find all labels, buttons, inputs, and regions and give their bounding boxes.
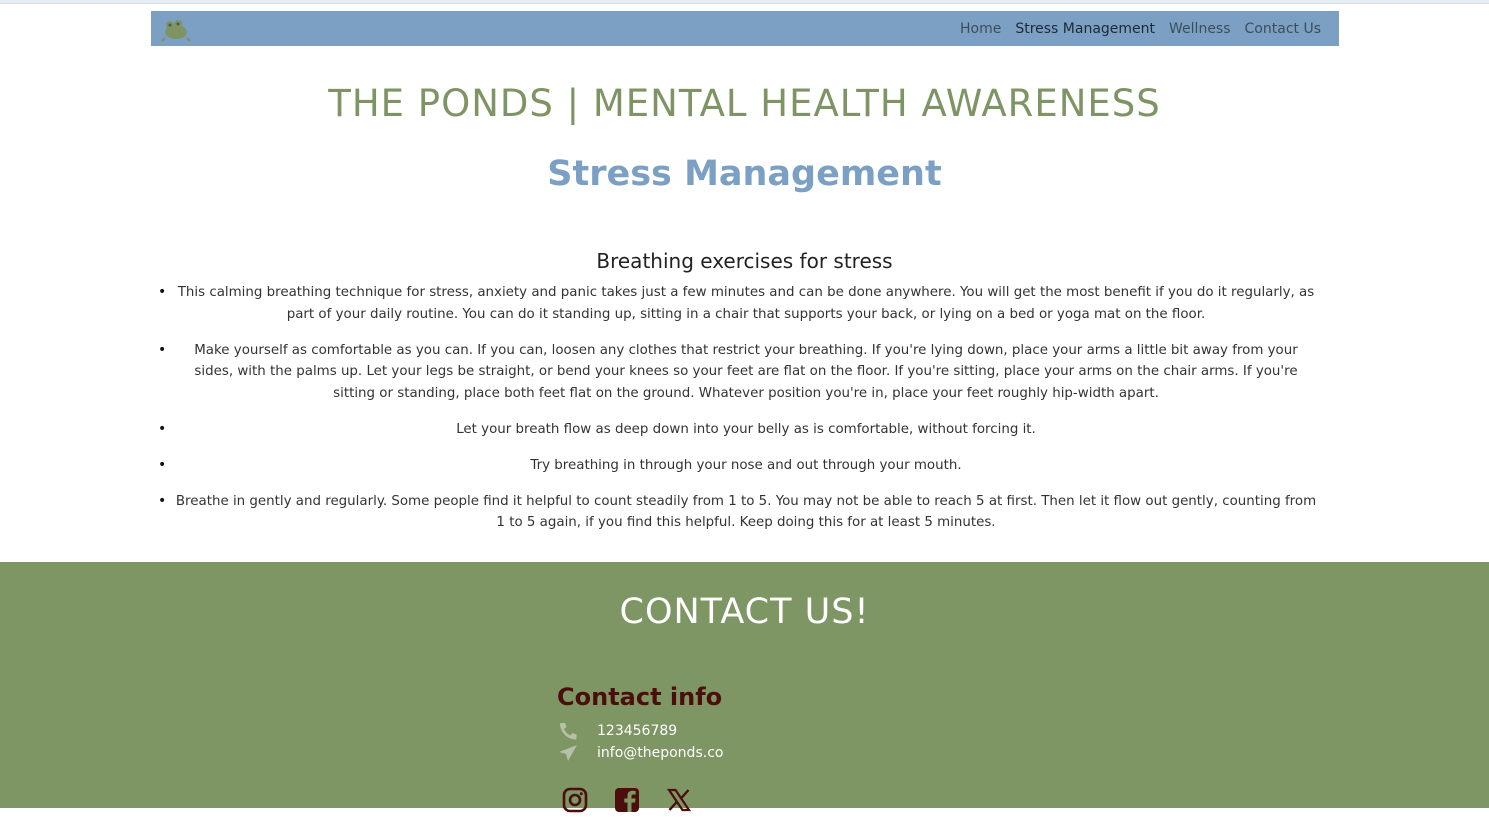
nav-link-home[interactable]: Home [960,21,1001,37]
page-title: Stress Management [547,154,942,194]
bullet-icon: • [158,456,167,473]
phone-number: 123456789 [597,723,678,739]
nav-link-stress-management[interactable]: Stress Management [1015,21,1155,37]
facebook-icon[interactable] [614,787,640,813]
paper-plane-icon [558,744,580,762]
contact-heading: CONTACT US! [619,592,870,632]
frog-logo-icon[interactable] [161,16,191,42]
bullet-icon: • [158,284,167,300]
email-row: info@theponds.co [558,744,723,762]
footer: CONTACT US! Contact info 123456789 info@… [0,562,1489,813]
list-item: • Breathe in gently and regularly. Some p… [158,491,1319,534]
nav-link-contact-us[interactable]: Contact Us [1245,21,1321,37]
nav-links: Home Stress Management Wellness Contact … [960,11,1321,46]
bullet-icon: • [158,341,167,358]
bullet-icon: • [158,420,167,437]
instagram-icon[interactable] [562,787,588,813]
list-item-text: Try breathing in through your nose and o… [530,457,962,473]
nav-link-wellness[interactable]: Wellness [1169,21,1231,37]
email-link[interactable]: info@theponds.co [597,745,723,761]
list-item: • Try breathing in through your nose and … [158,455,1319,477]
breathing-tips-list: • This calming breathing technique for st… [151,282,1339,548]
list-item-text: Make yourself as comfortable as you can.… [194,342,1298,401]
browser-top-edge [0,0,1489,4]
section-heading: Breathing exercises for stress [596,249,893,273]
phone-icon [558,722,580,740]
list-item-text: Let your breath flow as deep down into y… [456,421,1036,437]
list-item: • Let your breath flow as deep down into … [158,419,1319,441]
phone-row: 123456789 [558,722,677,740]
list-item-text: This calming breathing technique for str… [177,285,1315,322]
list-item: • Make yourself as comfortable as you can… [158,340,1319,405]
list-item: • This calming breathing technique for st… [158,282,1319,325]
x-icon[interactable] [666,787,692,813]
site-title: THE PONDS | MENTAL HEALTH AWARENESS [328,82,1161,125]
list-item-text: Breathe in gently and regularly. Some pe… [175,493,1317,531]
bullet-icon: • [158,492,167,509]
navbar: Home Stress Management Wellness Contact … [151,11,1339,46]
contact-info-heading: Contact info [557,683,723,711]
social-links [562,787,692,813]
